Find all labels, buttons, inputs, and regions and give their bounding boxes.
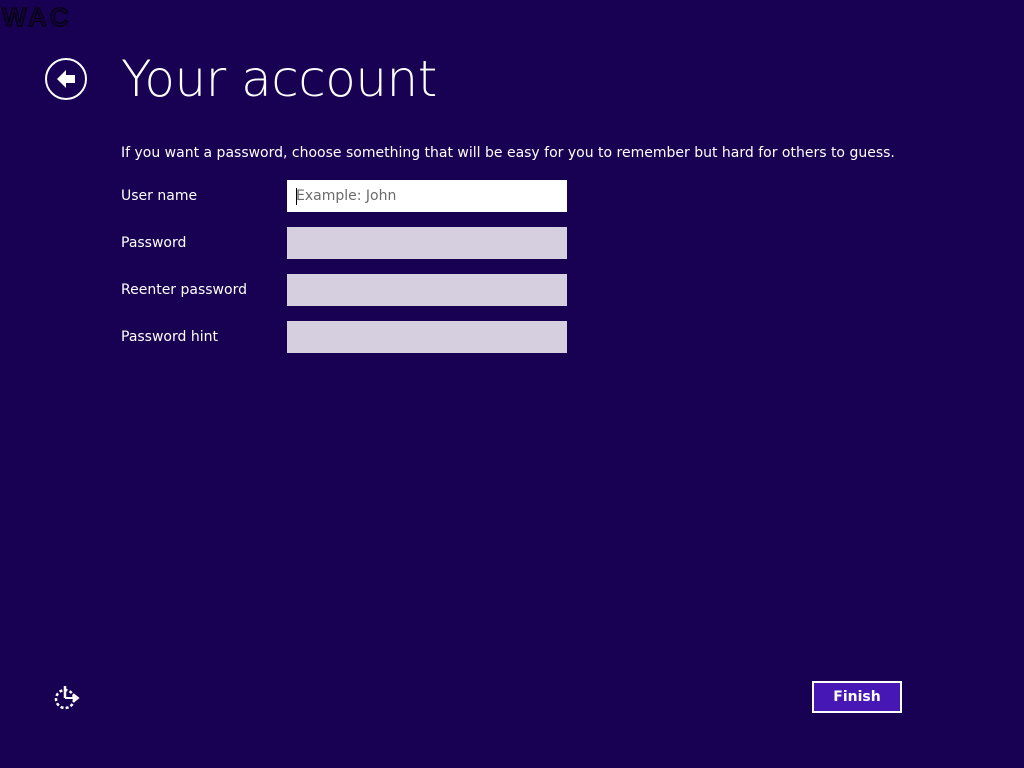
ease-of-access-button[interactable] — [52, 684, 80, 712]
reenter-password-label: Reenter password — [121, 282, 247, 298]
finish-button[interactable]: Finish — [812, 681, 902, 713]
password-input[interactable] — [287, 227, 567, 259]
back-arrow-icon — [57, 70, 75, 88]
user-name-label: User name — [121, 188, 198, 204]
intro-text: If you want a password, choose something… — [121, 145, 895, 161]
user-name-input[interactable] — [287, 180, 567, 212]
password-hint-row: Password hint — [121, 321, 571, 353]
password-row: Password — [121, 227, 571, 259]
ease-of-access-icon — [54, 686, 80, 710]
password-label: Password — [121, 235, 187, 251]
user-name-row: User name — [121, 180, 571, 212]
password-hint-input[interactable] — [287, 321, 567, 353]
password-hint-label: Password hint — [121, 329, 218, 345]
reenter-password-input[interactable] — [287, 274, 567, 306]
page-title: Your account — [121, 50, 437, 108]
reenter-password-row: Reenter password — [121, 274, 571, 306]
back-button[interactable] — [45, 58, 87, 100]
watermark: WAC — [2, 2, 72, 33]
text-caret — [296, 188, 297, 205]
